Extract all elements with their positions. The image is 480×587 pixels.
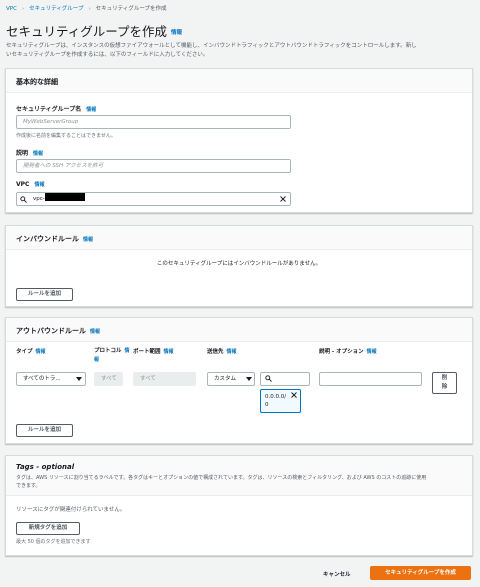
column-description-info-link[interactable]: 情報 [367, 349, 377, 355]
rule-protocol-field: すべて [94, 372, 123, 386]
breadcrumb: VPC › セキュリティグループ › セキュリティグループを作成 [6, 4, 167, 12]
create-security-group-button[interactable]: セキュリティグループを作成 [370, 566, 471, 580]
column-destination-info-link[interactable]: 情報 [227, 349, 237, 355]
security-group-name-label-text: セキュリティグループ名 [16, 106, 82, 113]
description-input[interactable]: 開発者への SSH アクセスを許可 [16, 159, 291, 173]
cancel-button[interactable]: キャンセル [323, 570, 351, 578]
caret-down-icon [246, 377, 252, 381]
description-label-text: 説明 [16, 150, 29, 157]
tags-panel: Tags - optional タグは、AWS リソースに割り当てるラベルです。… [5, 455, 473, 556]
tags-description-line: できます。 [16, 483, 41, 489]
add-inbound-rule-button[interactable]: ルールを追加 [16, 288, 73, 301]
column-port-range: ポート範囲 情報 [133, 347, 174, 355]
vpc-label-text: VPC [16, 181, 30, 188]
security-group-name-input[interactable]: MyWebServerGroup [16, 115, 291, 129]
search-icon [20, 196, 27, 203]
add-outbound-rule-button[interactable]: ルールを追加 [16, 424, 73, 437]
caret-down-icon [76, 377, 82, 381]
rule-description-input[interactable] [319, 372, 422, 386]
column-destination: 送信先 情報 [207, 347, 237, 355]
breadcrumb-current: セキュリティグループを作成 [95, 6, 167, 12]
delete-rule-button[interactable]: 削除 [432, 372, 457, 394]
page-description-line: セキュリティグループは、インスタンスの仮想ファイアウォールとして機能し、インバウ… [6, 43, 417, 49]
chevron-right-icon: › [21, 6, 25, 12]
basic-details-panel: 基本的な詳細 セキュリティグループ名 情報 MyWebServerGroup 作成… [5, 68, 473, 213]
tags-title: Tags - optional [16, 463, 75, 471]
inbound-rules-header: インバウンドルール 情報 [6, 226, 472, 250]
column-type-text: タイプ [16, 349, 33, 355]
remove-token-icon[interactable] [291, 392, 297, 398]
search-icon [265, 375, 272, 382]
basic-details-title: 基本的な詳細 [6, 69, 472, 93]
page-description: セキュリティグループは、インスタンスの仮想ファイアウォールとして機能し、インバウ… [6, 42, 474, 60]
outbound-rules-header: アウトバウンドルール 情報 [6, 318, 472, 342]
vpc-label: VPC 情報 [16, 181, 44, 188]
description-label: 説明 情報 [16, 148, 43, 157]
security-group-name-info-link[interactable]: 情報 [86, 107, 96, 113]
page-title-text: セキュリティグループを作成 [6, 24, 168, 39]
cidr-token-value: 0.0.0.0/0 [265, 394, 287, 408]
vpc-value: vpc- [33, 196, 45, 202]
rule-type-value: すべてのトラ... [23, 376, 61, 382]
page-info-link[interactable]: 情報 [171, 30, 182, 36]
outbound-rules-info-link[interactable]: 情報 [90, 329, 100, 335]
outbound-rules-title: アウトバウンドルール [16, 327, 86, 335]
rule-destination-value: カスタム [214, 376, 237, 382]
column-type-info-link[interactable]: 情報 [36, 349, 46, 355]
column-description: 説明 - オプション 情報 [319, 347, 377, 355]
rule-port-range-field: すべて [133, 372, 196, 386]
vpc-select[interactable]: vpc- [16, 192, 291, 206]
tags-limit-text: 最大 50 個のタグを追加できます [16, 539, 91, 545]
breadcrumb-vpc[interactable]: VPC [6, 6, 17, 12]
inbound-rules-panel: インバウンドルール 情報 このセキュリティグループにはインバウンドルールがありませ… [5, 225, 473, 307]
column-protocol-text: プロトコル [94, 348, 122, 354]
column-protocol: プロトコル 情報 [94, 347, 130, 365]
page-description-line: いセキュリティグループを作成するには、以下のフィールドに入力してください。 [6, 52, 209, 58]
breadcrumb-security-groups[interactable]: セキュリティグループ [29, 6, 83, 12]
add-tag-button[interactable]: 新規タグを追加 [16, 522, 80, 535]
page-title: セキュリティグループを作成 情報 [6, 21, 182, 40]
inbound-rules-info-link[interactable]: 情報 [83, 237, 93, 243]
description-info-link[interactable]: 情報 [33, 151, 43, 157]
chevron-right-icon: › [88, 6, 91, 12]
inbound-rules-title: インバウンドルール [16, 235, 79, 243]
column-type: タイプ 情報 [16, 347, 46, 355]
tags-empty-text: リソースにタグが関連付けられていません。 [16, 507, 126, 513]
vpc-info-link[interactable]: 情報 [34, 182, 44, 188]
column-port-range-text: ポート範囲 [133, 349, 161, 355]
outbound-rules-panel: アウトバウンドルール 情報 タイプ 情報 プロトコル 情報 ポート範囲 情報 送信先 情報… [5, 317, 473, 444]
tags-description-line: タグは、AWS リソースに割り当てるラベルです。各タグはキーとオプションの値で構… [16, 475, 427, 481]
security-group-name-hint: 作成後に名前を編集することはできません。 [16, 133, 116, 139]
column-description-text: 説明 - オプション [319, 349, 364, 355]
column-destination-text: 送信先 [207, 349, 224, 355]
clear-icon[interactable] [280, 196, 286, 202]
tags-description: タグは、AWS リソースに割り当てるラベルです。各タグはキーとオプションの値で構… [16, 474, 462, 490]
delete-rule-label: 削除 [441, 375, 448, 390]
tags-header: Tags - optional タグは、AWS リソースに割り当てるラベルです。… [6, 456, 472, 496]
column-port-range-info-link[interactable]: 情報 [164, 349, 174, 355]
security-group-name-label: セキュリティグループ名 情報 [16, 104, 96, 113]
inbound-empty-text: このセキュリティグループにはインバウンドルールがありません。 [156, 261, 322, 267]
vpc-id-redaction [44, 193, 85, 201]
